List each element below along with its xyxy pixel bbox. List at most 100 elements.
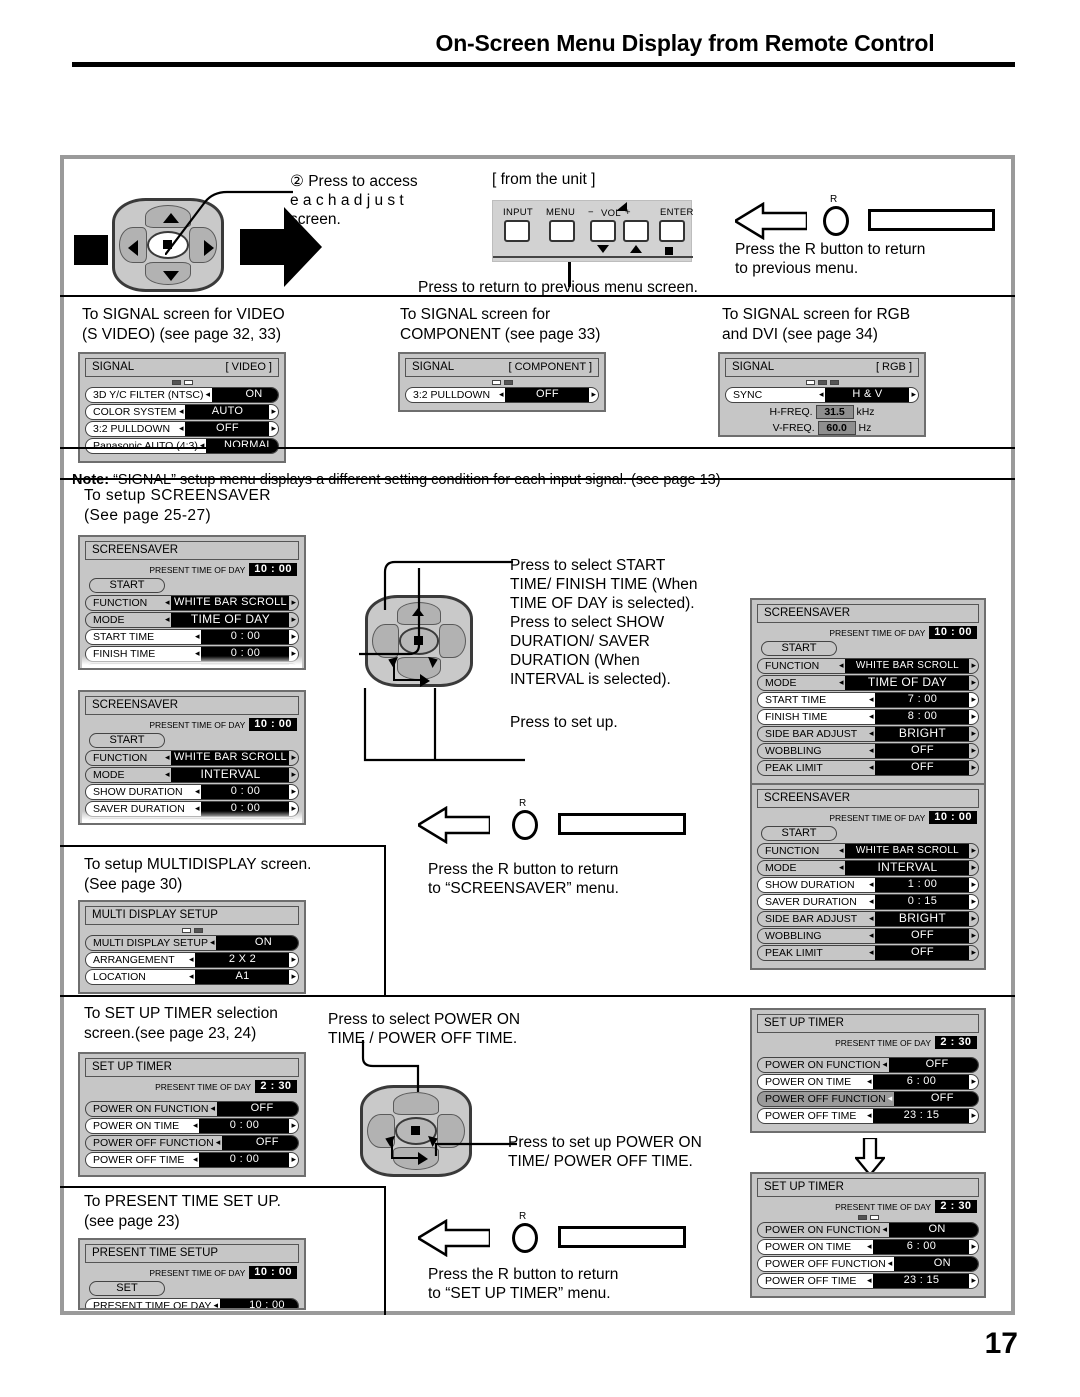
left-arrow-icon[interactable]: ◂ xyxy=(177,407,186,416)
left-arrow-icon[interactable]: ◂ xyxy=(867,948,876,957)
right-arrow-icon[interactable]: ▸ xyxy=(289,787,298,796)
left-arrow-icon[interactable]: ◂ xyxy=(211,1301,220,1308)
osd-screensaver-left-interval[interactable]: SCREENSAVER PRESENT TIME OF DAY 10 : 00 … xyxy=(78,690,306,825)
left-arrow-icon[interactable]: ◂ xyxy=(177,424,186,433)
start-button[interactable]: START xyxy=(761,641,837,656)
osd-row[interactable]: WOBBLING ◂ OFF ▸ xyxy=(757,928,979,944)
left-arrow-icon[interactable]: ◂ xyxy=(187,972,196,981)
left-arrow-icon[interactable]: ◂ xyxy=(867,729,876,738)
osd-row[interactable]: MODE ◂ INTERVAL ▸ xyxy=(757,860,979,876)
right-arrow-icon[interactable]: ▸ xyxy=(969,863,978,872)
osd-screensaver-left-timeofday[interactable]: SCREENSAVER PRESENT TIME OF DAY 10 : 00 … xyxy=(78,535,306,670)
osd-row[interactable]: POWER ON FUNCTION◂ON▸ xyxy=(757,1222,979,1238)
left-arrow-icon[interactable]: ◂ xyxy=(867,712,876,721)
left-arrow-icon[interactable]: ◂ xyxy=(191,1155,200,1164)
osd-row[interactable]: PEAK LIMIT ◂ OFF ▸ xyxy=(757,760,979,776)
right-arrow-icon[interactable]: ▸ xyxy=(969,897,978,906)
right-arrow-icon[interactable]: ▸ xyxy=(969,1242,978,1251)
right-arrow-icon[interactable]: ▸ xyxy=(289,770,298,779)
start-button[interactable]: START xyxy=(761,826,837,841)
left-arrow-icon[interactable]: ◂ xyxy=(837,863,846,872)
left-arrow-icon[interactable]: ◂ xyxy=(867,695,876,704)
osd-row[interactable]: SAVER DURATION ◂ 0 : 15 ▸ xyxy=(757,894,979,910)
left-arrow-icon[interactable]: ◂ xyxy=(163,770,172,779)
osd-row[interactable]: FUNCTION ◂ WHITE BAR SCROLL ▸ xyxy=(85,595,299,611)
left-arrow-icon[interactable]: ◂ xyxy=(837,678,846,687)
osd-row[interactable]: POWER OFF FUNCTION◂OFF▸ xyxy=(85,1135,299,1151)
osd-row[interactable]: FUNCTION ◂ WHITE BAR SCROLL ▸ xyxy=(757,843,979,859)
left-arrow-icon[interactable]: ◂ xyxy=(886,1259,895,1268)
osd-row[interactable]: START TIME ◂ 0 : 00 ▸ xyxy=(85,629,299,645)
r-button-icon[interactable] xyxy=(823,206,849,236)
right-arrow-icon[interactable]: ▸ xyxy=(289,632,298,641)
left-arrow-icon[interactable]: ◂ xyxy=(881,1060,890,1069)
unit-vol-down-button[interactable] xyxy=(590,220,616,242)
osd-row[interactable]: MODE ◂ TIME OF DAY ▸ xyxy=(85,612,299,628)
left-arrow-icon[interactable]: ◂ xyxy=(187,955,196,964)
right-arrow-icon[interactable]: ▸ xyxy=(969,880,978,889)
right-arrow-icon[interactable]: ▸ xyxy=(289,1155,298,1164)
osd-row[interactable]: SHOW DURATION ◂ 1 : 00 ▸ xyxy=(757,877,979,893)
osd-row[interactable]: 3:2 PULLDOWN ◂ OFF ▸ xyxy=(85,421,279,437)
osd-row[interactable]: SHOW DURATION ◂ 0 : 00 ▸ xyxy=(85,784,299,800)
right-arrow-icon[interactable]: ▸ xyxy=(269,407,278,416)
left-arrow-icon[interactable]: ◂ xyxy=(881,1225,890,1234)
osd-set-up-timer-right-top[interactable]: SET UP TIMER PRESENT TIME OF DAY 2 : 30 … xyxy=(750,1008,986,1133)
left-arrow-icon[interactable]: ◂ xyxy=(867,880,876,889)
left-arrow-icon[interactable]: ◂ xyxy=(837,846,846,855)
left-arrow-icon[interactable]: ◂ xyxy=(191,1121,200,1130)
osd-row[interactable]: SYNC ◂ H & V ▸ xyxy=(725,387,919,403)
osd-signal-component[interactable]: SIGNAL [ COMPONENT ] 3:2 PULLDOWN ◂ OFF … xyxy=(398,352,606,412)
left-arrow-icon[interactable]: ◂ xyxy=(865,1077,874,1086)
osd-row[interactable]: POWER ON TIME ◂ 0 : 00 ▸ xyxy=(85,1118,299,1134)
right-arrow-icon[interactable]: ▸ xyxy=(969,1077,978,1086)
osd-row[interactable]: SIDE BAR ADJUST ◂BRIGHT▸ xyxy=(757,911,979,927)
right-arrow-icon[interactable]: ▸ xyxy=(969,729,978,738)
osd-row[interactable]: POWER OFF TIME ◂ 0 : 00 ▸ xyxy=(85,1152,299,1168)
left-arrow-icon[interactable]: ◂ xyxy=(163,753,172,762)
unit-vol-up-button[interactable] xyxy=(623,220,649,242)
right-arrow-icon[interactable]: ▸ xyxy=(969,948,978,957)
right-arrow-icon[interactable]: ▸ xyxy=(969,1111,978,1120)
left-arrow-icon[interactable]: ◂ xyxy=(209,1104,218,1113)
osd-screensaver-right-interval[interactable]: SCREENSAVER PRESENT TIME OF DAY 10 : 00 … xyxy=(750,783,986,970)
osd-row[interactable]: ARRANGEMENT ◂ 2 X 2 ▸ xyxy=(85,952,299,968)
right-arrow-icon[interactable]: ▸ xyxy=(589,390,598,399)
osd-set-up-timer-left[interactable]: SET UP TIMER PRESENT TIME OF DAY 2 : 30 … xyxy=(78,1052,306,1177)
osd-row[interactable]: 3:2 PULLDOWN ◂ OFF ▸ xyxy=(405,387,599,403)
left-arrow-icon[interactable]: ◂ xyxy=(163,615,172,624)
left-arrow-icon[interactable]: ◂ xyxy=(497,390,506,399)
osd-row[interactable]: WOBBLING ◂ OFF ▸ xyxy=(757,743,979,759)
osd-row[interactable]: FUNCTION ◂ WHITE BAR SCROLL ▸ xyxy=(757,658,979,674)
osd-row[interactable]: POWER OFF TIME ◂ 23 : 15 ▸ xyxy=(757,1273,979,1289)
left-arrow-icon[interactable]: ◂ xyxy=(867,763,876,772)
unit-enter-button[interactable] xyxy=(659,220,685,242)
left-arrow-icon[interactable]: ◂ xyxy=(886,1094,895,1103)
unit-input-button[interactable] xyxy=(504,220,530,242)
osd-row[interactable]: PRESENT TIME OF DAY◂10 : 00▸ xyxy=(85,1298,299,1308)
left-arrow-icon[interactable]: ◂ xyxy=(193,787,202,796)
left-arrow-icon[interactable]: ◂ xyxy=(867,746,876,755)
osd-row-highlighted[interactable]: POWER OFF FUNCTION◂OFF▸ xyxy=(757,1091,979,1107)
osd-row[interactable]: MULTI DISPLAY SETUP◂ON▸ xyxy=(85,935,299,951)
osd-row[interactable]: SIDE BAR ADJUST ◂BRIGHT▸ xyxy=(757,726,979,742)
right-arrow-icon[interactable]: ▸ xyxy=(289,972,298,981)
right-arrow-icon[interactable]: ▸ xyxy=(969,746,978,755)
osd-row[interactable]: PEAK LIMIT ◂ OFF ▸ xyxy=(757,945,979,961)
osd-row[interactable]: MODE ◂ TIME OF DAY ▸ xyxy=(757,675,979,691)
right-arrow-icon[interactable]: ▸ xyxy=(289,1121,298,1130)
right-arrow-icon[interactable]: ▸ xyxy=(269,424,278,433)
right-arrow-icon[interactable]: ▸ xyxy=(969,846,978,855)
right-arrow-icon[interactable]: ▸ xyxy=(969,695,978,704)
osd-row[interactable]: COLOR SYSTEM ◂ AUTO ▸ xyxy=(85,404,279,420)
osd-signal-rgb[interactable]: SIGNAL [ RGB ] SYNC ◂ H & V ▸ H-FREQ. 31… xyxy=(718,352,926,437)
right-arrow-icon[interactable]: ▸ xyxy=(969,1276,978,1285)
osd-row[interactable]: POWER ON FUNCTION◂OFF▸ xyxy=(757,1057,979,1073)
osd-row[interactable]: 3D Y/C FILTER (NTSC) ◂ ON ▸ xyxy=(85,387,279,403)
right-arrow-icon[interactable]: ▸ xyxy=(969,678,978,687)
osd-screensaver-right-timeofday[interactable]: SCREENSAVER PRESENT TIME OF DAY 10 : 00 … xyxy=(750,598,986,785)
left-arrow-icon[interactable]: ◂ xyxy=(214,1138,223,1147)
right-arrow-icon[interactable]: ▸ xyxy=(289,598,298,607)
osd-set-up-timer-right-bottom[interactable]: SET UP TIMER PRESENT TIME OF DAY 2 : 30 … xyxy=(750,1172,986,1298)
set-button[interactable]: SET xyxy=(89,1281,165,1296)
